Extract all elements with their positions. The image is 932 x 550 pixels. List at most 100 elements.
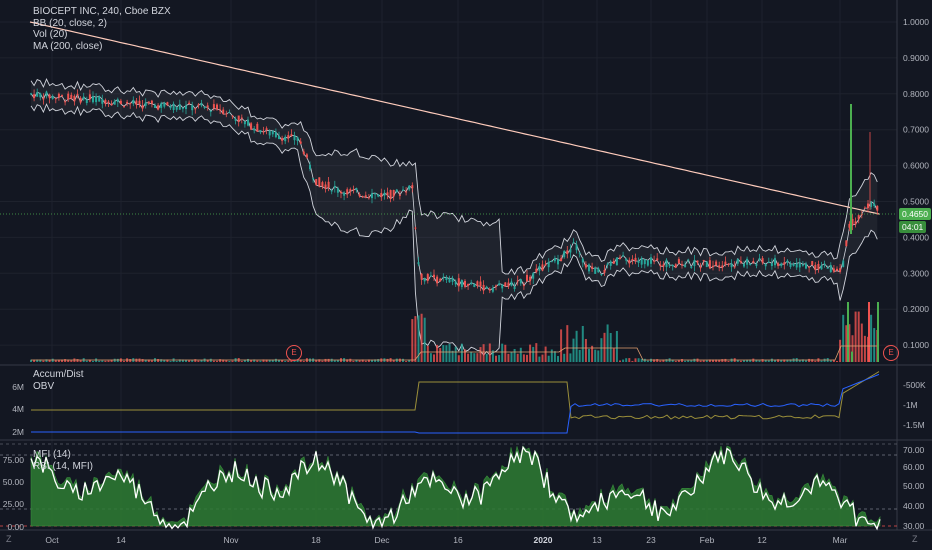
volume-bar [495, 355, 497, 362]
candle-body [85, 99, 88, 104]
volume-bar [702, 360, 705, 362]
pane3-right-tick: 60.00 [903, 462, 925, 472]
volume-bar [433, 354, 435, 362]
volume-bar [85, 360, 88, 362]
timezone-icon[interactable]: Z [6, 534, 12, 544]
volume-bar [169, 360, 172, 362]
volume-bar [460, 343, 463, 362]
volume-bar [877, 302, 879, 362]
volume-bar [439, 348, 442, 362]
volume-bar [808, 358, 811, 362]
price-tick: 0.8000 [903, 89, 929, 99]
candle-body [293, 135, 296, 141]
candle-body [222, 109, 225, 115]
candle-body [569, 249, 572, 253]
candle-body [460, 279, 463, 287]
candle-body [259, 130, 262, 133]
candle-body [417, 262, 420, 265]
candle-body [194, 108, 197, 110]
symbol-title[interactable]: BIOCEPT INC, 240, Cboe BZX [33, 6, 171, 18]
bb-legend[interactable]: BB (20, close, 2) [33, 18, 171, 30]
candle-body [386, 192, 389, 196]
candle-body [141, 105, 144, 109]
candle-body [101, 99, 104, 104]
candle-body [321, 182, 324, 187]
candle-body [476, 281, 479, 286]
volume-bar [758, 360, 761, 362]
candle-body [526, 274, 528, 282]
candle-body [659, 264, 662, 267]
candle-body [82, 96, 85, 100]
volume-bar [157, 359, 160, 362]
ma-legend[interactable]: MA (200, close) [33, 41, 171, 53]
vol-legend[interactable]: Vol (20) [33, 29, 171, 41]
candle-body [739, 261, 742, 263]
candle-body [423, 278, 426, 282]
candle-body [501, 284, 504, 289]
candle-body [110, 103, 113, 106]
candle-body [116, 99, 119, 103]
candle-body [702, 259, 705, 261]
candle-body [209, 110, 212, 112]
candle-body [414, 227, 417, 229]
pane3-right-tick: 40.00 [903, 501, 925, 511]
volume-bar [324, 358, 327, 362]
candle-body [516, 280, 519, 282]
candle-body [485, 286, 488, 289]
scale-icon[interactable]: Z [912, 534, 918, 544]
volume-bar [467, 353, 470, 362]
candle-body [281, 138, 284, 141]
candle-body [727, 263, 730, 265]
candle-body [30, 93, 32, 95]
earnings-badge[interactable]: E [286, 345, 302, 361]
volume-bar [420, 313, 423, 362]
candle-body [522, 285, 525, 287]
candle-body [662, 264, 665, 267]
candle-body [857, 215, 860, 220]
earnings-badge[interactable]: E [883, 345, 899, 361]
volume-bar [699, 360, 702, 362]
candle-body [57, 93, 60, 98]
rsi-legend[interactable]: RSI (14, MFI) [33, 461, 93, 473]
candle-body [39, 93, 42, 98]
volume-bar [76, 359, 79, 362]
candle-body [656, 258, 659, 261]
volume-bar [873, 328, 876, 362]
candle-body [36, 92, 39, 97]
date-tick: Nov [223, 535, 239, 545]
candle-body [786, 260, 789, 263]
volume-bar [798, 360, 801, 362]
volume-bar [64, 359, 67, 362]
candle-body [749, 264, 752, 266]
candle-body [240, 117, 243, 119]
volume-bar [547, 355, 550, 362]
candle-body [318, 177, 321, 187]
obv-legend[interactable]: OBV [33, 381, 84, 393]
volume-bar [188, 360, 191, 362]
candle-body [405, 191, 408, 193]
candle-body [836, 268, 838, 271]
volume-bar [584, 338, 587, 362]
candle-body [674, 264, 677, 268]
candle-body [377, 194, 380, 197]
candle-body [553, 258, 556, 262]
volume-bar [634, 358, 637, 362]
volume-bar [606, 324, 609, 362]
pane3-left-tick: 75.00 [3, 455, 25, 465]
chart-canvas[interactable]: 1.0000 0.9000 0.8000 0.7000 0.6000 0.5000 0.40… [0, 0, 932, 550]
pane3-left-tick: 0.00 [7, 522, 24, 532]
candle-body [203, 106, 206, 108]
candle-body [557, 259, 559, 265]
candle-body [774, 258, 776, 266]
candle-body [175, 107, 178, 110]
candle-body [839, 268, 842, 272]
volume-bar [448, 344, 451, 362]
candle-body [854, 221, 857, 225]
accum-dist-legend[interactable]: Accum/Dist [33, 369, 84, 381]
candle-body [829, 265, 832, 273]
mfi-legend[interactable]: MFI (14) [33, 449, 93, 461]
volume-bar [575, 330, 578, 362]
candle-body [324, 184, 327, 189]
candle-body [594, 267, 597, 274]
candle-body [777, 263, 780, 266]
